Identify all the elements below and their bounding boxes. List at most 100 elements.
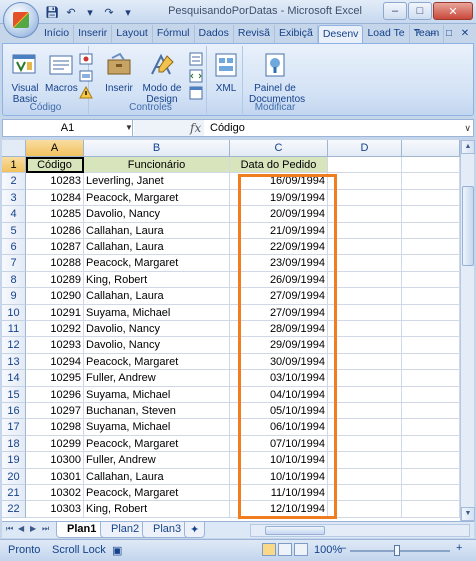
cell-data-pedido[interactable]: 28/09/1994 [230, 321, 328, 338]
cell-header-data-pedido[interactable]: Data do Pedido [230, 157, 328, 174]
last-sheet-icon[interactable]: ⏭︎ [42, 524, 49, 534]
cell-empty[interactable] [328, 189, 402, 207]
cell-codigo[interactable]: 10291 [26, 304, 84, 321]
row-header[interactable]: 10 [2, 304, 26, 321]
cell-data-pedido[interactable]: 16/09/1994 [230, 173, 328, 190]
cell-empty[interactable] [328, 337, 402, 354]
properties-icon[interactable] [189, 52, 203, 66]
row-header[interactable]: 20 [2, 468, 26, 485]
row-header[interactable]: 5 [2, 222, 26, 239]
cell-funcionario[interactable]: Callahan, Laura [84, 239, 230, 256]
cell-codigo[interactable]: 10285 [26, 206, 84, 223]
cell-data-pedido[interactable]: 22/09/1994 [230, 239, 328, 256]
scroll-up-icon[interactable]: ▲ [461, 140, 475, 154]
cell-codigo[interactable]: 10294 [26, 353, 84, 371]
page-break-view-icon[interactable] [294, 543, 308, 556]
row-header[interactable]: 14 [2, 370, 26, 387]
cell-codigo[interactable]: 10295 [26, 370, 84, 387]
cell-codigo[interactable]: 10286 [26, 222, 84, 239]
select-all-corner[interactable] [2, 140, 26, 157]
column-header-d[interactable]: D [328, 140, 402, 157]
name-box-dropdown-icon[interactable]: ▼ [125, 120, 133, 136]
cell-empty[interactable] [328, 501, 402, 518]
cell-codigo[interactable]: 10287 [26, 239, 84, 256]
cell-empty[interactable] [402, 337, 460, 354]
cell-empty[interactable] [402, 304, 460, 321]
tab-inserir[interactable]: Inserir [74, 25, 113, 43]
tab-revisao[interactable]: Revisã [234, 25, 275, 43]
tab-inicio[interactable]: Início [40, 25, 75, 43]
cell-funcionario[interactable]: King, Robert [84, 501, 230, 518]
cell-empty[interactable] [328, 173, 402, 190]
cell-codigo[interactable]: 10292 [26, 321, 84, 338]
cell-empty[interactable] [402, 271, 460, 289]
vertical-scroll-thumb[interactable] [462, 186, 474, 266]
cell-data-pedido[interactable]: 12/10/1994 [230, 501, 328, 518]
cell-funcionario[interactable]: Peacock, Margaret [84, 189, 230, 207]
tab-dados[interactable]: Dados [195, 25, 234, 43]
inserir-controls-button[interactable]: Inserir [99, 52, 139, 94]
cell-funcionario[interactable]: Callahan, Laura [84, 288, 230, 305]
record-macro-icon[interactable] [79, 52, 93, 66]
row-header[interactable]: 4 [2, 206, 26, 223]
redo-icon[interactable]: ↷ [101, 4, 117, 20]
prev-sheet-icon[interactable]: ◀ [18, 524, 24, 533]
formula-input[interactable]: Código [210, 120, 245, 136]
cell-data-pedido[interactable]: 04/10/1994 [230, 386, 328, 403]
row-header[interactable]: 7 [2, 255, 26, 272]
cell-empty[interactable] [328, 452, 402, 469]
row-header[interactable]: 16 [2, 403, 26, 420]
cell-funcionario[interactable]: Davolio, Nancy [84, 337, 230, 354]
insert-function-icon[interactable]: fx [190, 120, 201, 136]
cell-data-pedido[interactable]: 23/09/1994 [230, 255, 328, 272]
cell-empty[interactable] [328, 271, 402, 289]
cell-codigo[interactable]: 10288 [26, 255, 84, 272]
cell-codigo[interactable]: 10296 [26, 386, 84, 403]
normal-view-icon[interactable] [262, 543, 276, 556]
cell-funcionario[interactable]: Suyama, Michael [84, 419, 230, 436]
cell-empty[interactable] [402, 485, 460, 502]
cell-empty[interactable] [328, 222, 402, 239]
cell-empty[interactable] [328, 485, 402, 502]
cell-empty[interactable] [328, 386, 402, 403]
cell-empty[interactable] [402, 419, 460, 436]
undo-dropdown-icon[interactable]: ▾ [82, 4, 98, 20]
cell-data-pedido[interactable]: 27/09/1994 [230, 288, 328, 305]
cell-empty[interactable] [328, 255, 402, 272]
minimize-button[interactable]: – [383, 2, 407, 20]
relative-reference-icon[interactable] [79, 69, 93, 83]
cell-data-pedido[interactable]: 27/09/1994 [230, 304, 328, 321]
cell-codigo[interactable]: 10283 [26, 173, 84, 190]
cell-empty[interactable] [402, 222, 460, 239]
macros-button[interactable]: Macros [45, 52, 78, 94]
tab-layout[interactable]: Layout [112, 25, 153, 43]
view-code-icon[interactable] [189, 69, 203, 83]
row-header[interactable]: 15 [2, 386, 26, 403]
cell-empty[interactable] [402, 452, 460, 469]
cell-data-pedido[interactable]: 05/10/1994 [230, 403, 328, 420]
ribbon-close-icon[interactable]: ✕ [458, 26, 472, 40]
row-header[interactable]: 12 [2, 337, 26, 354]
cell-data-pedido[interactable]: 10/10/1994 [230, 468, 328, 485]
zoom-slider[interactable] [350, 545, 450, 556]
tab-exibicao[interactable]: Exibiçã [275, 25, 318, 43]
horizontal-scroll-thumb[interactable] [265, 526, 325, 535]
cell-header-funcionario[interactable]: Funcionário [84, 157, 230, 174]
cell-empty[interactable] [402, 173, 460, 190]
cell-codigo[interactable]: 10290 [26, 288, 84, 305]
design-mode-button[interactable]: Modo de Design [141, 52, 183, 105]
cell-data-pedido[interactable]: 19/09/1994 [230, 189, 328, 207]
row-header[interactable]: 8 [2, 271, 26, 289]
expand-formula-bar-icon[interactable]: ∨ [464, 120, 471, 136]
cell-funcionario[interactable]: Leverling, Janet [84, 173, 230, 190]
cell-empty[interactable] [402, 157, 460, 174]
column-header-b[interactable]: B [84, 140, 230, 157]
save-icon[interactable]: 💾︎ [44, 4, 60, 20]
visual-basic-button[interactable]: Visual Basic [7, 52, 43, 105]
macro-security-icon[interactable] [79, 86, 93, 100]
cell-data-pedido[interactable]: 06/10/1994 [230, 419, 328, 436]
cell-codigo[interactable]: 10297 [26, 403, 84, 420]
cell-empty[interactable] [402, 255, 460, 272]
cell-codigo[interactable]: 10303 [26, 501, 84, 518]
cell-empty[interactable] [328, 157, 402, 174]
